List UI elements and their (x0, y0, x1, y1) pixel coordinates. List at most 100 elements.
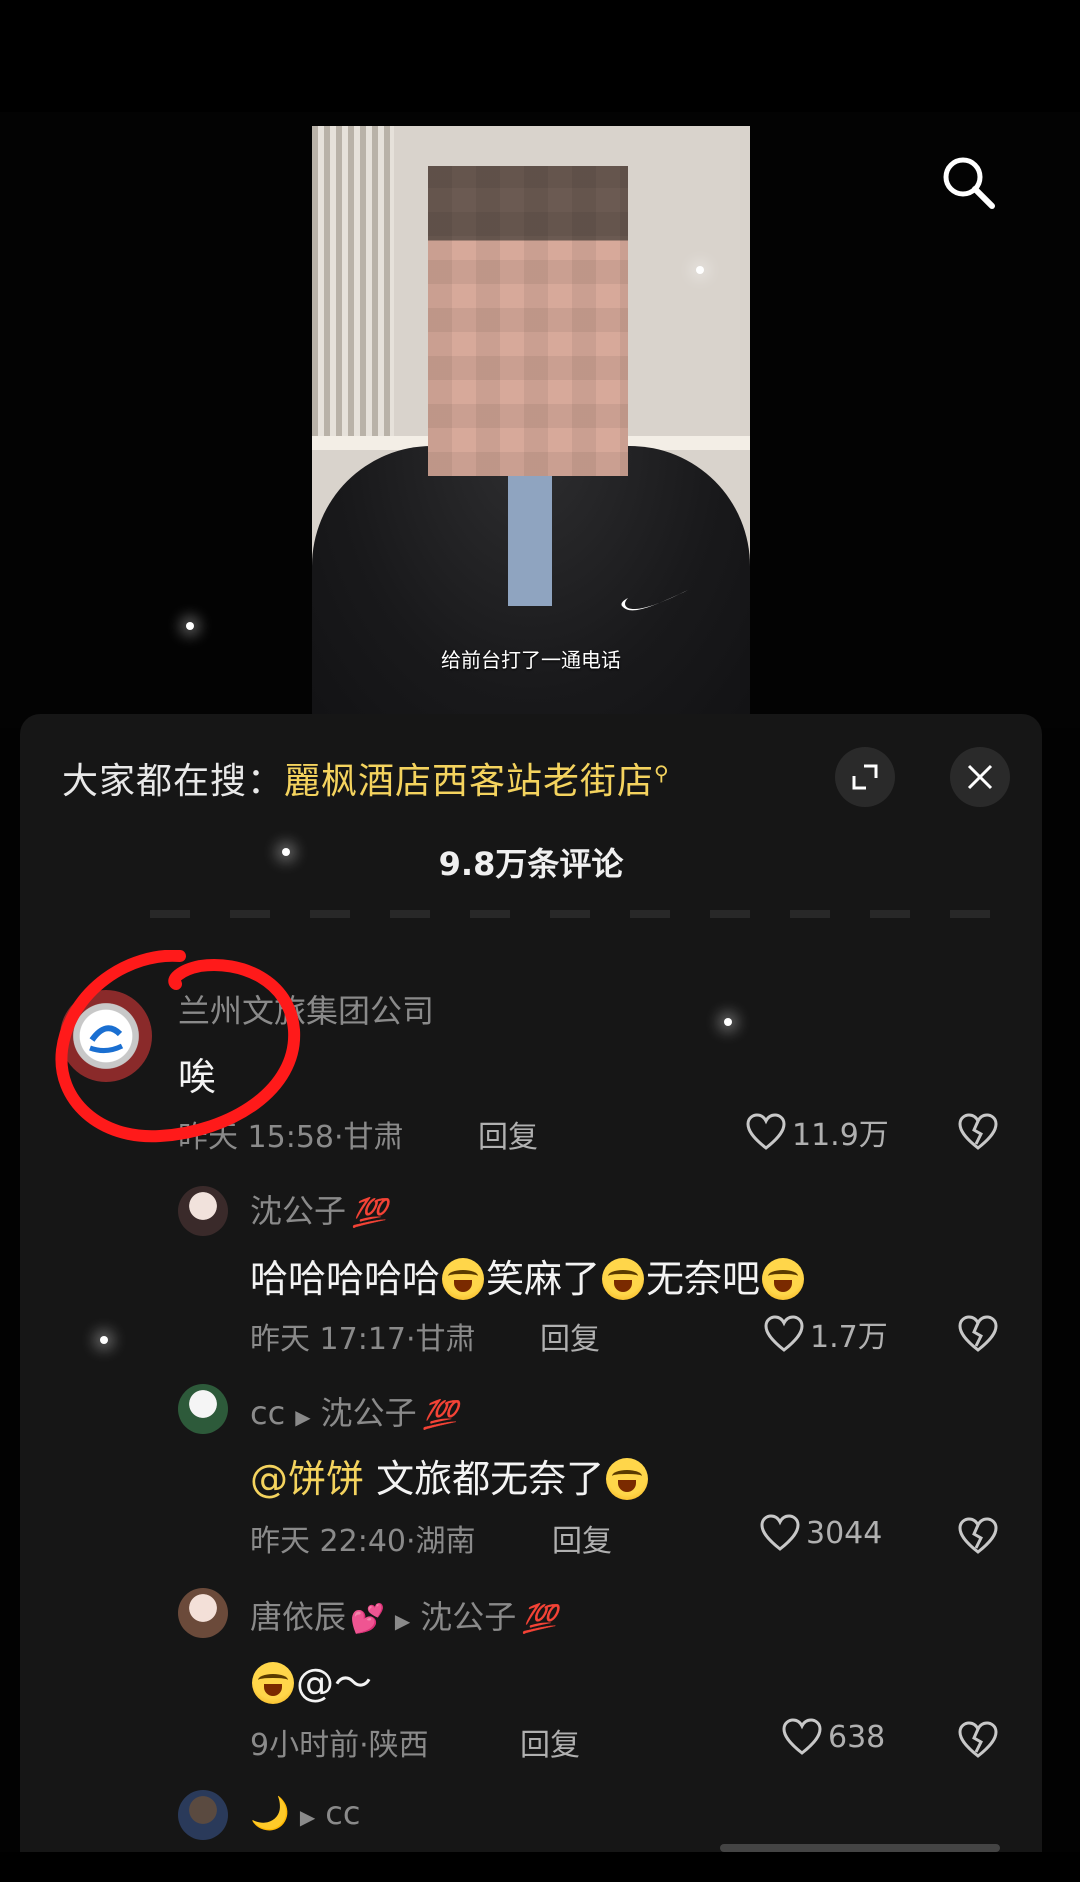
sparkle (186, 622, 194, 630)
reply-button[interactable]: 回复 (540, 1314, 600, 1358)
text-body: 文旅都无奈了 (376, 1457, 605, 1501)
laughing-crying-emoji-icon (606, 1458, 649, 1500)
hundred-badge-icon: 💯 (422, 1398, 458, 1431)
text-part-2: 笑麻了 (486, 1257, 601, 1301)
video-frame[interactable] (312, 126, 750, 726)
heart-outline-icon (760, 1514, 800, 1551)
broken-heart-icon[interactable] (958, 1112, 998, 1152)
heart-outline-icon (746, 1113, 786, 1150)
comment-meta: 9小时前·陕西 (250, 1720, 429, 1764)
comment-time: 昨天 17:17 (250, 1322, 406, 1357)
comment-location: 甘肃 (343, 1120, 404, 1155)
like-button[interactable]: 11.9万 (746, 1110, 889, 1154)
home-indicator (720, 1844, 1000, 1852)
close-icon (967, 764, 993, 790)
comment-location: 甘肃 (415, 1322, 476, 1357)
heart-outline-icon (764, 1315, 804, 1352)
laughing-crying-emoji-icon (442, 1258, 485, 1300)
comment-count: 9.8万条评论 (438, 845, 624, 883)
comment-time: 昨天 15:58 (178, 1120, 334, 1155)
broken-heart-icon[interactable] (958, 1314, 998, 1354)
username-text: 🌙 (250, 1794, 290, 1832)
expand-button[interactable] (835, 747, 895, 807)
like-button[interactable]: 1.7万 (764, 1312, 888, 1356)
reply-to-username[interactable]: 沈公子 (321, 1394, 417, 1432)
swoosh-logo-icon (621, 590, 688, 611)
comment-sheet-header: 大家都在搜：麗枫酒店西客站老街店⚲ 9.8万条评论 (20, 714, 1042, 883)
comment-username[interactable]: cc ▶ 沈公子 💯 (250, 1388, 457, 1434)
text-part-1: 哈哈哈哈哈 (250, 1257, 441, 1301)
like-button[interactable]: 638 (782, 1718, 885, 1756)
sparkle (724, 1018, 732, 1026)
comment-text: 唉 (178, 1055, 217, 1099)
avatar[interactable] (178, 1588, 228, 1638)
reply-arrow-icon: ▶ (299, 1805, 316, 1829)
avatar[interactable] (178, 1384, 228, 1434)
sparkle (100, 1336, 108, 1344)
video-pixelated-face (428, 166, 628, 476)
meta-separator: · (359, 1728, 369, 1763)
video-person-collar (508, 456, 552, 606)
username-text: 唐依辰 (250, 1598, 347, 1636)
search-small-icon: ⚲ (654, 761, 670, 785)
reply-arrow-icon: ▶ (295, 1405, 311, 1429)
avatar[interactable] (178, 1790, 228, 1840)
comment-text: @饼饼 文旅都无奈了 (250, 1448, 650, 1503)
meta-separator: · (406, 1322, 416, 1357)
comment-meta: 昨天 22:40·湖南 (250, 1516, 476, 1560)
like-button[interactable]: 3044 (760, 1514, 882, 1552)
comment-username[interactable]: 兰州文旅集团公司 (178, 986, 434, 1032)
laughing-crying-emoji-icon (252, 1662, 294, 1704)
comment-text: 哈哈哈哈哈 笑麻了 无奈吧 (250, 1248, 806, 1303)
hundred-badge-icon: 💯 (522, 1602, 558, 1635)
laughing-crying-emoji-icon (602, 1258, 645, 1300)
text-body: @～ (296, 1661, 373, 1705)
comment-time: 昨天 22:40 (250, 1524, 406, 1559)
trending-search-label: 大家都在搜： (62, 761, 285, 802)
comment-meta: 昨天 17:17·甘肃 (250, 1314, 476, 1358)
mention-link[interactable]: @饼饼 (250, 1457, 364, 1501)
sparkling-heart-emoji-icon: 💕 (350, 1602, 385, 1635)
expand-icon (852, 764, 878, 790)
comment-location: 陕西 (368, 1728, 429, 1763)
like-count: 1.7万 (810, 1320, 888, 1355)
avatar[interactable] (178, 1186, 228, 1236)
bottom-bar (0, 1852, 1080, 1882)
broken-heart-icon[interactable] (958, 1516, 998, 1556)
like-count: 638 (828, 1719, 886, 1755)
comment-location: 湖南 (415, 1524, 476, 1559)
reply-button[interactable]: 回复 (478, 1112, 538, 1156)
meta-separator: · (406, 1524, 416, 1559)
video-area[interactable]: 给前台打了一通电话 (0, 112, 1080, 728)
comment-username[interactable]: 沈公子 💯 (250, 1186, 387, 1232)
laughing-crying-emoji-icon (762, 1258, 805, 1300)
like-count: 3044 (806, 1515, 883, 1551)
avatar[interactable] (60, 990, 152, 1082)
reply-button[interactable]: 回复 (520, 1720, 580, 1764)
text-part-3: 无奈吧 (646, 1257, 761, 1301)
comment-username[interactable]: 🌙 ▶ cc (250, 1794, 360, 1832)
comment-username[interactable]: 唐依辰 💕 ▶ 沈公子 💯 (250, 1592, 557, 1638)
username-text: 沈公子 (250, 1192, 347, 1230)
meta-separator: · (334, 1120, 344, 1155)
org-logo-icon (82, 1012, 130, 1060)
like-count: 11.9万 (792, 1118, 889, 1153)
hundred-badge-icon: 💯 (352, 1196, 387, 1229)
trending-search-hint[interactable]: 大家都在搜：麗枫酒店西客站老街店⚲ (62, 752, 670, 804)
screen: 给前台打了一通电话 大家都在搜：麗枫酒店西客站老街店⚲ 9.8万条评论 兰州文旅… (0, 0, 1080, 1882)
faded-previous-comment (150, 910, 1010, 918)
comment-meta: 昨天 15:58·甘肃 (178, 1112, 404, 1156)
reply-button[interactable]: 回复 (552, 1516, 612, 1560)
broken-heart-icon[interactable] (958, 1720, 998, 1760)
trending-search-term[interactable]: 麗枫酒店西客站老街店 (284, 761, 654, 802)
sparkle (282, 848, 290, 856)
top-bar (0, 0, 1080, 112)
reply-to-username[interactable]: 沈公子 (420, 1598, 516, 1636)
reply-arrow-icon: ▶ (394, 1609, 411, 1633)
reply-to-username[interactable]: cc (325, 1794, 360, 1832)
comment-text: @～ (250, 1652, 372, 1707)
username-text: cc (250, 1394, 286, 1432)
search-icon[interactable] (936, 150, 1000, 214)
video-background-wall (312, 126, 394, 436)
close-button[interactable] (950, 747, 1010, 807)
